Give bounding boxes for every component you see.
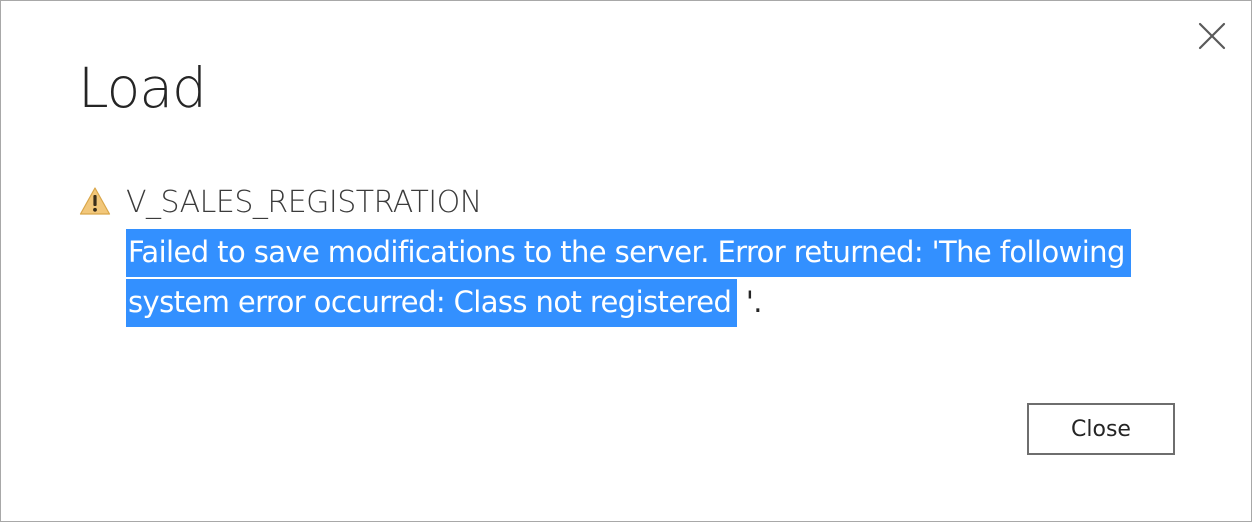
error-message-tail[interactable]: '. [737,285,763,319]
selected-error-text[interactable]: Failed to save modifications to the serv… [126,229,1131,327]
close-button[interactable]: Close [1027,403,1175,455]
close-icon[interactable] [1193,17,1231,55]
query-name: V_SALES_REGISTRATION [126,185,482,220]
dialog-title: Load [78,56,207,120]
error-message: Failed to save modifications to the serv… [126,227,1166,327]
load-dialog: Load V_SALES_REGISTRATION Failed to save… [0,0,1252,522]
warning-icon [79,186,111,216]
